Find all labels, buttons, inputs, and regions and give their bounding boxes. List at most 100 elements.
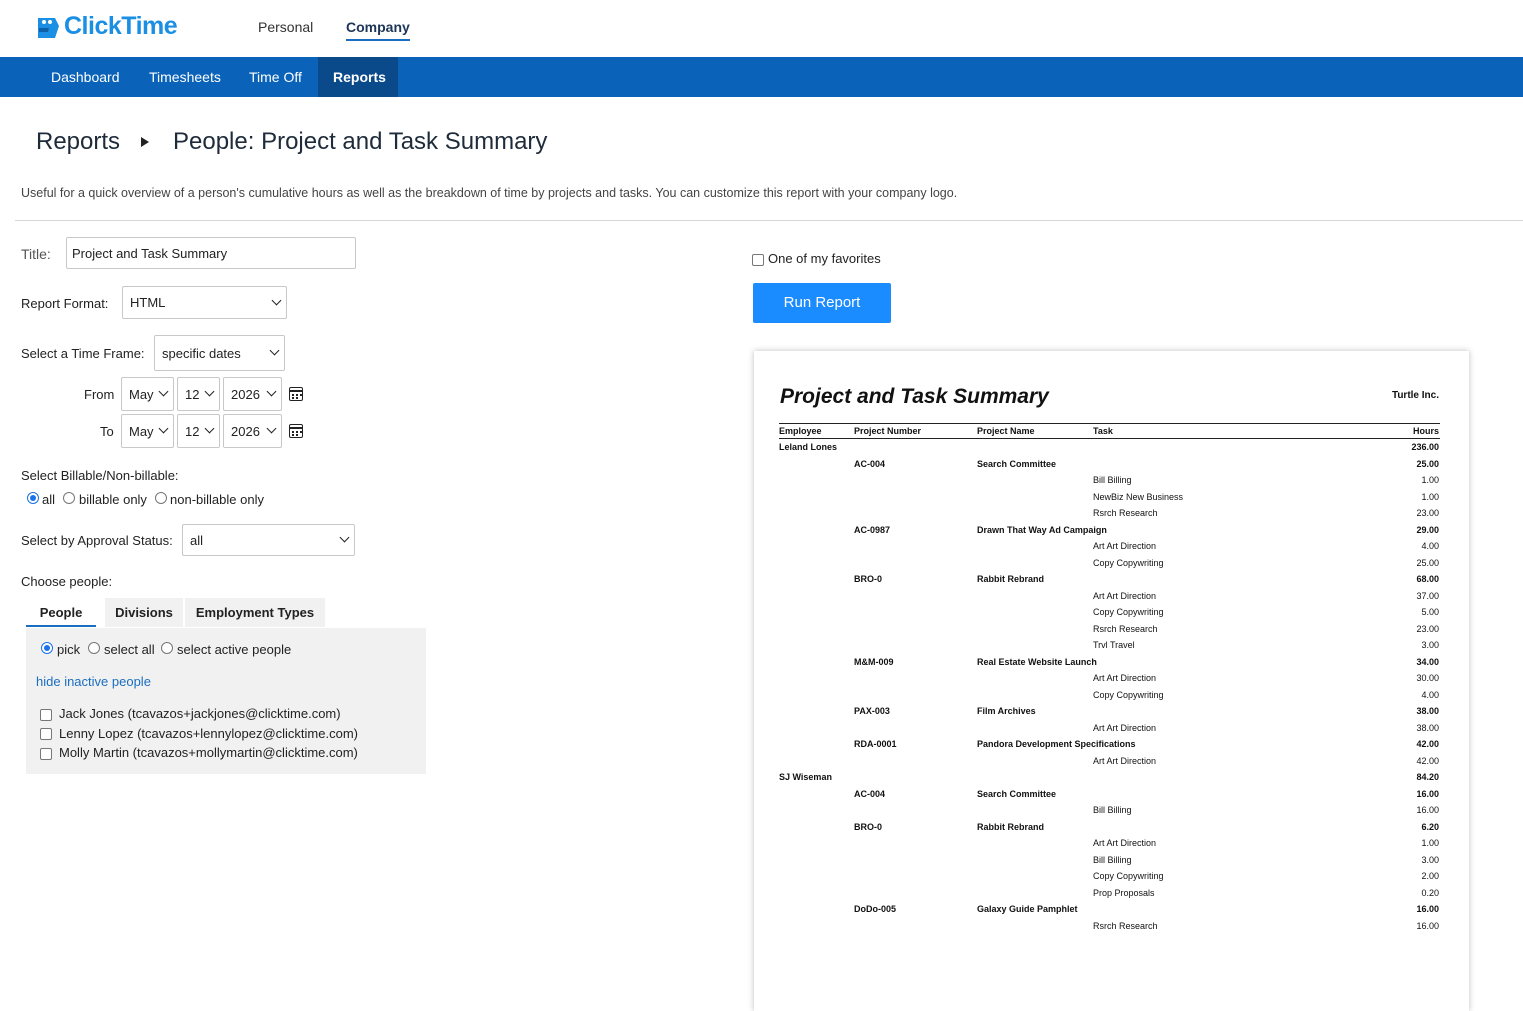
row-project-number: PAX-003 bbox=[854, 706, 890, 716]
billable-all-radio[interactable] bbox=[27, 492, 39, 504]
from-year-select[interactable]: 2026 bbox=[223, 377, 282, 411]
select-active-radio[interactable] bbox=[161, 642, 173, 654]
from-year-value: 2026 bbox=[231, 386, 260, 402]
pick-radio[interactable] bbox=[41, 642, 53, 654]
tab-people[interactable]: People bbox=[26, 598, 96, 627]
row-task: Art Art Direction bbox=[1093, 838, 1157, 848]
preview-rule-top bbox=[779, 423, 1440, 424]
tab-employment-types[interactable]: Employment Types bbox=[185, 598, 325, 627]
chevron-down-icon bbox=[266, 423, 277, 434]
col-header-project-name: Project Name bbox=[977, 426, 1035, 436]
breadcrumb-reports[interactable]: Reports bbox=[36, 128, 120, 156]
row-project-number: DoDo-005 bbox=[854, 904, 897, 914]
clicktime-logo-icon bbox=[38, 17, 59, 38]
chevron-down-icon bbox=[339, 532, 350, 543]
run-report-button[interactable]: Run Report bbox=[753, 283, 891, 323]
to-month-select[interactable]: May bbox=[121, 414, 174, 448]
row-task: Copy Copywriting bbox=[1093, 871, 1164, 881]
row-hours: 1.00 bbox=[1421, 491, 1439, 502]
favorites-checkbox[interactable] bbox=[752, 254, 764, 266]
title-input[interactable] bbox=[66, 237, 356, 269]
row-hours: 42.00 bbox=[1416, 739, 1439, 749]
row-task: Art Art Direction bbox=[1093, 541, 1157, 551]
from-day-select[interactable]: 12 bbox=[177, 377, 220, 411]
col-header-task: Task bbox=[1093, 426, 1113, 436]
to-day-select[interactable]: 12 bbox=[177, 414, 220, 448]
from-month-select[interactable]: May bbox=[121, 377, 174, 411]
report-format-select[interactable]: HTML bbox=[122, 286, 287, 319]
to-calendar-icon[interactable] bbox=[289, 424, 303, 438]
title-label: Title: bbox=[21, 246, 51, 262]
non-billable-only-label: non-billable only bbox=[170, 492, 264, 507]
chevron-down-icon bbox=[269, 345, 280, 356]
row-hours: 37.00 bbox=[1416, 590, 1439, 601]
approval-status-select[interactable]: all bbox=[182, 524, 355, 556]
chevron-down-icon bbox=[266, 386, 277, 397]
time-frame-label: Select a Time Frame: bbox=[21, 346, 145, 361]
row-project-name: Pandora Development Specifications bbox=[977, 739, 1136, 749]
person-checkbox[interactable] bbox=[40, 748, 52, 760]
report-format-label: Report Format: bbox=[21, 296, 109, 311]
approval-status-value: all bbox=[190, 532, 204, 548]
row-task: Art Art Direction bbox=[1093, 755, 1157, 766]
row-task: Copy Copywriting bbox=[1093, 607, 1164, 617]
row-project-name: Search Committee bbox=[977, 788, 1057, 799]
nav-reports[interactable]: Reports bbox=[318, 57, 398, 97]
select-active-label: select active people bbox=[177, 642, 292, 657]
row-task: Prop Proposals bbox=[1093, 887, 1155, 898]
tab-divisions[interactable]: Divisions bbox=[105, 598, 183, 627]
to-year-value: 2026 bbox=[231, 423, 260, 439]
row-hours: 42.00 bbox=[1416, 755, 1439, 766]
chevron-down-icon bbox=[204, 386, 215, 397]
pick-label: pick bbox=[57, 642, 81, 657]
billable-label: Select Billable/Non-billable: bbox=[21, 468, 179, 483]
to-label: To bbox=[100, 424, 114, 439]
row-project-name: Real Estate Website Launch bbox=[977, 656, 1097, 667]
to-year-select[interactable]: 2026 bbox=[223, 414, 282, 448]
person-checkbox[interactable] bbox=[40, 728, 52, 740]
time-frame-select[interactable]: specific dates bbox=[154, 335, 285, 371]
to-day-value: 12 bbox=[185, 423, 200, 439]
select-all-radio[interactable] bbox=[88, 642, 100, 654]
row-hours: 30.00 bbox=[1416, 673, 1439, 683]
main-nav: Dashboard Timesheets Time Off Reports bbox=[0, 57, 1523, 97]
nav-dashboard[interactable]: Dashboard bbox=[36, 57, 135, 97]
row-hours: 25.00 bbox=[1416, 458, 1439, 469]
row-employee-name: SJ Wiseman bbox=[779, 772, 832, 782]
breadcrumb-arrow-icon bbox=[141, 137, 149, 147]
row-hours: 3.00 bbox=[1421, 640, 1439, 650]
clicktime-logo[interactable]: ClickTime bbox=[35, 12, 178, 41]
row-hours: 23.00 bbox=[1416, 508, 1439, 518]
person-checkbox[interactable] bbox=[40, 709, 52, 721]
logo-text: ClickTime bbox=[64, 12, 178, 40]
row-hours: 16.00 bbox=[1416, 904, 1439, 914]
nav-time-off[interactable]: Time Off bbox=[234, 57, 317, 97]
preview-company: Turtle Inc. bbox=[1391, 390, 1439, 401]
hide-inactive-link[interactable]: hide inactive people bbox=[36, 674, 151, 689]
nav-timesheets[interactable]: Timesheets bbox=[134, 57, 236, 97]
row-project-name: Drawn That Way Ad Campaign bbox=[977, 524, 1107, 535]
time-frame-value: specific dates bbox=[162, 345, 241, 361]
from-day-value: 12 bbox=[185, 386, 200, 402]
company-link[interactable]: Company bbox=[346, 19, 410, 41]
billable-only-radio[interactable] bbox=[63, 492, 75, 504]
row-hours: 1.00 bbox=[1421, 475, 1439, 485]
non-billable-only-radio[interactable] bbox=[155, 492, 167, 504]
row-hours: 16.00 bbox=[1416, 920, 1439, 931]
row-project-number: BRO-0 bbox=[854, 821, 883, 832]
report-format-value: HTML bbox=[130, 295, 166, 310]
row-project-number: M&M-009 bbox=[854, 656, 894, 667]
from-calendar-icon[interactable] bbox=[289, 387, 303, 401]
row-hours: 5.00 bbox=[1421, 607, 1439, 617]
row-task: Copy Copywriting bbox=[1093, 557, 1164, 568]
row-hours: 23.00 bbox=[1416, 623, 1439, 634]
row-task: Trvl Travel bbox=[1093, 640, 1135, 650]
row-hours: 84.20 bbox=[1416, 772, 1439, 782]
row-hours: 4.00 bbox=[1421, 541, 1439, 551]
row-hours: 68.00 bbox=[1416, 574, 1439, 584]
row-task: Art Art Direction bbox=[1093, 722, 1157, 733]
row-task: Art Art Direction bbox=[1093, 590, 1157, 601]
row-task: Rsrch Research bbox=[1093, 623, 1158, 634]
row-hours: 1.00 bbox=[1421, 838, 1439, 848]
personal-link[interactable]: Personal bbox=[258, 19, 313, 35]
